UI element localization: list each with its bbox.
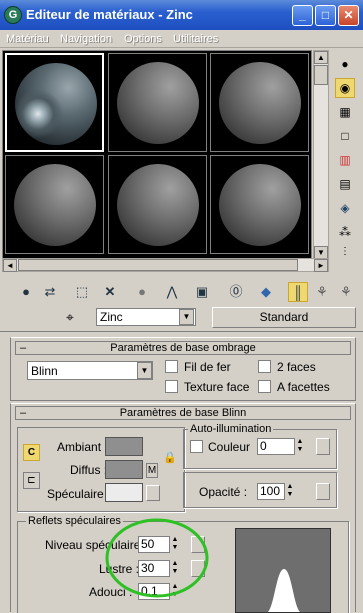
- make-preview-icon[interactable]: ▤: [335, 174, 355, 194]
- scroll-thumb[interactable]: [314, 65, 328, 85]
- put-to-library-icon[interactable]: ▣: [192, 282, 212, 302]
- show-map-in-viewport-icon[interactable]: ◆: [256, 282, 276, 302]
- put-to-scene-icon[interactable]: ⇄: [40, 282, 60, 302]
- sample-sphere: [14, 164, 96, 246]
- get-material-icon[interactable]: ●: [16, 282, 36, 302]
- material-name-row: ⌖ Zinc ▼ Standard: [0, 307, 363, 329]
- sample-slot-6[interactable]: [210, 155, 309, 254]
- collapse-icon: –: [20, 407, 27, 419]
- shading-rollout: – Paramètres de base ombrage Blinn ▼ Fil…: [10, 337, 356, 401]
- shading-rollout-header[interactable]: – Paramètres de base ombrage: [15, 341, 351, 355]
- close-button[interactable]: ✕: [338, 5, 359, 26]
- opacity-label: Opacité :: [199, 485, 248, 499]
- backlight-icon[interactable]: ◉: [335, 78, 355, 98]
- sample-slot-1[interactable]: [5, 53, 104, 152]
- app-icon: G: [4, 6, 22, 24]
- divider: [0, 331, 363, 332]
- assign-material-icon[interactable]: ⬚: [72, 282, 92, 302]
- background-checker-icon[interactable]: ▦: [335, 102, 355, 122]
- faceted-label: A facettes: [277, 380, 330, 394]
- sample-sphere: [117, 62, 199, 144]
- specular-label: Spéculaire :: [47, 487, 111, 501]
- lock-icon[interactable]: 🔒: [163, 451, 177, 464]
- sample-slot-3[interactable]: [210, 53, 309, 152]
- material-type-button[interactable]: Standard: [212, 307, 356, 328]
- menu-utilitaires[interactable]: Utilitaires: [173, 33, 218, 45]
- self-illum-spinner-icon[interactable]: ▲ ▼: [295, 438, 305, 455]
- scroll-right-icon[interactable]: ►: [314, 259, 328, 272]
- sample-slot-5[interactable]: [108, 155, 207, 254]
- sample-sphere: [219, 164, 301, 246]
- material-effects-channel-icon[interactable]: ⓪: [226, 282, 246, 302]
- opacity-spinner-icon[interactable]: ▲ ▼: [285, 483, 295, 500]
- blinn-rollout-title: Paramètres de base Blinn: [119, 407, 247, 419]
- menu-navigation[interactable]: Navigation: [60, 33, 112, 45]
- sample-sphere: [219, 62, 301, 144]
- minimize-button[interactable]: _: [292, 5, 313, 26]
- ambient-label: Ambiant :: [57, 440, 108, 454]
- annotation-circle: [105, 518, 209, 598]
- opacity-map-button[interactable]: [316, 483, 330, 500]
- sample-slot-2[interactable]: [108, 53, 207, 152]
- self-illum-value-field[interactable]: 0: [257, 438, 295, 455]
- show-end-result-icon[interactable]: ║: [288, 282, 308, 302]
- diffuse-color-swatch[interactable]: [105, 460, 143, 479]
- sample-sphere: [117, 164, 199, 246]
- make-copy-icon[interactable]: ●: [132, 282, 152, 302]
- faceted-checkbox[interactable]: [258, 380, 271, 393]
- go-forward-to-sibling-icon[interactable]: ⚘: [336, 282, 356, 302]
- self-illum-color-label: Couleur: [208, 440, 251, 454]
- menu-bar: Matériau Navigation Options Utilitaires: [0, 30, 363, 48]
- options-icon[interactable]: ◈: [335, 198, 355, 218]
- chevron-down-icon[interactable]: ▼: [137, 362, 152, 379]
- menu-options[interactable]: Options: [124, 33, 162, 45]
- sample-slot-4[interactable]: [5, 155, 104, 254]
- video-color-check-icon[interactable]: ▥: [335, 150, 355, 170]
- sample-type-icon[interactable]: ●: [335, 54, 355, 74]
- pick-material-icon[interactable]: ⌖: [66, 309, 74, 326]
- uv-tiling-icon[interactable]: □: [335, 126, 355, 146]
- two-sided-label: 2 faces: [277, 360, 316, 374]
- chevron-down-icon[interactable]: ▼: [179, 309, 194, 325]
- select-by-material-icon[interactable]: ⁂: [335, 222, 355, 242]
- make-unique-icon[interactable]: ⋀: [162, 282, 182, 302]
- two-sided-checkbox[interactable]: [258, 360, 271, 373]
- specular-color-swatch[interactable]: [105, 483, 143, 502]
- diffuse-label: Diffus :: [70, 463, 108, 477]
- specular-map-button[interactable]: [146, 485, 160, 501]
- go-to-parent-icon[interactable]: ⚘: [312, 282, 332, 302]
- face-map-label: Texture face: [184, 380, 250, 394]
- diffuse-map-button[interactable]: M: [146, 463, 158, 478]
- lock-ambient-diffuse-icon[interactable]: C: [23, 444, 40, 461]
- face-map-checkbox[interactable]: [165, 380, 178, 393]
- wire-label: Fil de fer: [184, 360, 231, 374]
- highlight-curve: [267, 569, 301, 612]
- menu-materiau[interactable]: Matériau: [6, 33, 49, 45]
- horizontal-scrollbar[interactable]: ◄ ►: [2, 258, 329, 272]
- side-toolbar: ● ◉ ▦ □ ▥ ▤ ◈ ⁂ ⋮: [331, 50, 361, 260]
- reset-map-icon[interactable]: ✕: [100, 282, 120, 302]
- maximize-button[interactable]: □: [315, 5, 336, 26]
- blinn-rollout-header[interactable]: – Paramètres de base Blinn: [15, 406, 351, 420]
- scroll-up-icon[interactable]: ▲: [314, 51, 328, 64]
- sample-sphere: [15, 63, 97, 145]
- ambient-color-swatch[interactable]: [105, 437, 143, 456]
- scroll-thumb-h[interactable]: [18, 259, 298, 271]
- self-illum-color-checkbox[interactable]: [190, 440, 203, 453]
- horizontal-toolbar: ● ⇄ ⬚ ✕ ● ⋀ ▣ ⓪ ◆ ║ ⚘ ⚘: [0, 279, 363, 307]
- material-navigator-icon[interactable]: ⋮: [335, 242, 355, 262]
- wire-checkbox[interactable]: [165, 360, 178, 373]
- window-title: Editeur de matériaux - Zinc: [26, 7, 193, 22]
- vertical-scrollbar[interactable]: ▲ ▼: [313, 50, 329, 260]
- shader-select[interactable]: Blinn: [27, 361, 153, 380]
- self-illumination-title: Auto-illumination: [188, 423, 274, 435]
- sample-slots: [2, 50, 312, 260]
- highlight-curve-display: [235, 528, 331, 613]
- self-illum-map-button[interactable]: [316, 438, 330, 455]
- lock-diffuse-specular-icon[interactable]: ⊏: [23, 472, 40, 489]
- opacity-field[interactable]: 100: [257, 483, 285, 500]
- shading-rollout-title: Paramètres de base ombrage: [110, 342, 256, 354]
- collapse-icon: –: [20, 342, 27, 354]
- scroll-left-icon[interactable]: ◄: [3, 259, 17, 272]
